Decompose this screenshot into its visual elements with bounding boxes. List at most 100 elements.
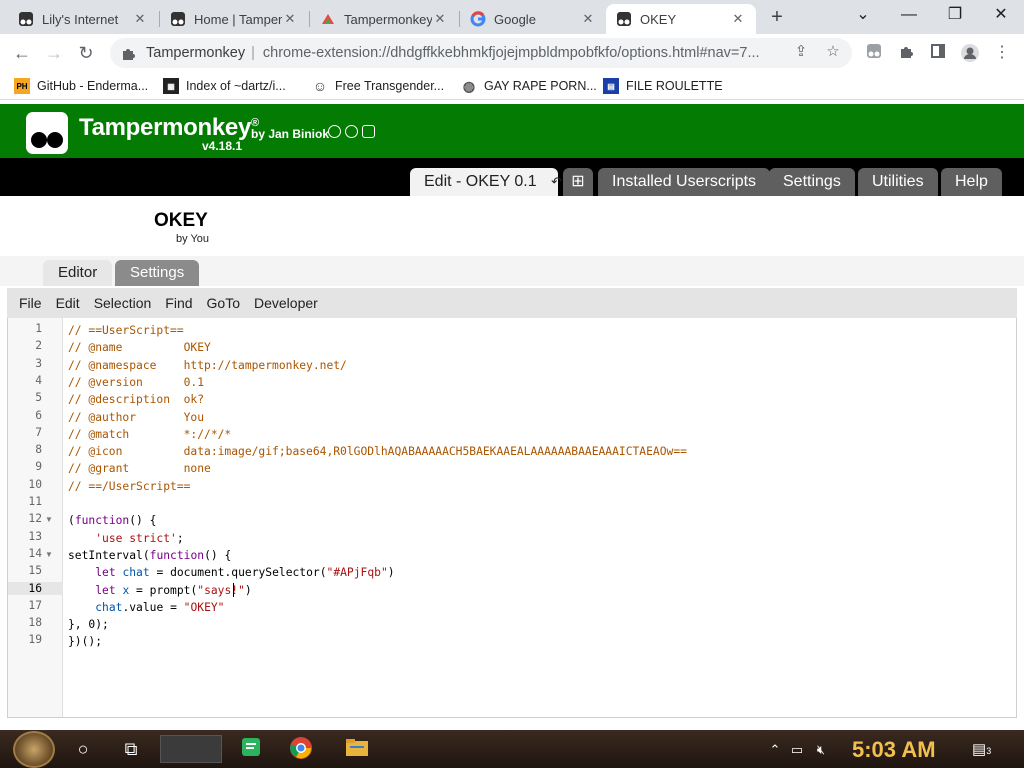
tab-settings[interactable]: Settings <box>769 168 855 196</box>
file-explorer-icon[interactable] <box>344 736 370 762</box>
new-tab-button[interactable]: + <box>766 6 788 28</box>
code-line[interactable]: // ==/UserScript== <box>68 478 190 495</box>
menu-developer[interactable]: Developer <box>252 295 320 311</box>
code-editor[interactable]: 1 2 3 4 5 6 7 8 9 10 11 12 ▼ 13 14 ▼ 15 16 17 18 19 // ==Use… <box>7 318 1017 718</box>
bookmark-item[interactable]: ◍ GAY RAPE PORN... <box>461 77 597 95</box>
code-line[interactable]: // @icon data:image/gif;base64,R0lGODlhA… <box>68 443 687 460</box>
code-line[interactable]: // ==UserScript== <box>68 322 184 339</box>
menu-kebab-icon[interactable]: ⋮ <box>992 43 1012 63</box>
close-icon[interactable]: ✕ <box>282 11 298 27</box>
taskbar-clock[interactable]: 5:03 AM <box>852 737 936 763</box>
code-line[interactable]: })(); <box>68 633 102 650</box>
editor-menu-bar: File Edit Selection Find GoTo Developer <box>7 288 1017 318</box>
code-line[interactable]: setInterval(function() { <box>68 547 231 564</box>
code-line[interactable]: let chat = document.querySelector("#APjF… <box>68 564 394 581</box>
logo-eye <box>31 132 47 148</box>
minimize-icon[interactable]: — <box>886 0 932 30</box>
chrome-icon[interactable] <box>288 736 314 762</box>
browser-tab-active[interactable]: OKEY ✕ <box>606 4 756 34</box>
subtab-settings[interactable]: Settings <box>115 260 200 286</box>
fold-arrow-icon[interactable]: ▼ <box>45 550 53 559</box>
menu-edit[interactable]: Edit <box>54 295 82 311</box>
taskbar-search-box[interactable] <box>160 735 222 763</box>
code-line[interactable]: let x = prompt("says!") <box>68 582 251 599</box>
code-line[interactable]: }, 0); <box>68 616 109 633</box>
tray-chevron-icon[interactable]: ⌃ <box>766 741 784 759</box>
tab-help[interactable]: Help <box>941 168 1002 196</box>
volume-muted-icon[interactable]: 🔇︎ <box>812 741 830 759</box>
line-number: 18 <box>28 616 42 630</box>
line-number: 4 <box>35 373 42 387</box>
browser-tab-strip: Lily's Internet ✕ Home | Tamper ✕ Tamper… <box>0 0 1024 34</box>
code-line[interactable]: // @namespace http://tampermonkey.net/ <box>68 357 347 374</box>
tab-installed-userscripts[interactable]: Installed Userscripts <box>598 168 771 196</box>
restore-icon[interactable]: ❐ <box>932 0 978 30</box>
back-icon[interactable]: ← <box>10 41 34 65</box>
facebook-icon[interactable] <box>345 125 358 138</box>
tab-add-script[interactable]: ⊞ <box>563 168 593 196</box>
line-number: 3 <box>35 356 42 370</box>
code-line[interactable]: // @grant none <box>68 460 211 477</box>
bookmark-item[interactable]: ▦ Index of ~dartz/i... <box>163 77 286 95</box>
cortana-icon[interactable]: ○ <box>70 736 96 762</box>
close-icon[interactable]: ✕ <box>432 11 448 27</box>
notifications-icon[interactable]: ▤3 <box>972 741 991 759</box>
bookmark-label: GAY RAPE PORN... <box>484 79 597 93</box>
menu-goto[interactable]: GoTo <box>205 295 242 311</box>
undo-icon[interactable]: ↶ <box>551 174 562 189</box>
bookmark-star-icon[interactable]: ☆ <box>825 44 841 60</box>
instagram-icon[interactable] <box>362 125 375 138</box>
bookmark-label: Free Transgender... <box>335 79 445 93</box>
browser-tab[interactable]: Google ✕ <box>460 4 606 34</box>
menu-find[interactable]: Find <box>163 295 194 311</box>
extensions-icon[interactable] <box>896 43 916 63</box>
window-close-icon[interactable]: ✕ <box>978 0 1024 30</box>
menu-selection[interactable]: Selection <box>92 295 154 311</box>
line-number: 7 <box>35 425 42 439</box>
tab-utilities[interactable]: Utilities <box>858 168 938 196</box>
bookmark-item[interactable]: ▤ FILE ROULETTE <box>603 77 723 95</box>
browser-tab[interactable]: Lily's Internet ✕ <box>8 4 158 34</box>
code-line[interactable]: // @version 0.1 <box>68 374 204 391</box>
tampermonkey-header: Tampermonkey® by Jan Biniok v4.18.1 <box>0 104 1024 158</box>
close-icon[interactable]: ✕ <box>730 11 746 27</box>
bookmark-item[interactable]: PH GitHub - Enderma... <box>14 77 148 95</box>
reload-icon[interactable]: ↻ <box>74 41 98 65</box>
line-number: 12 <box>28 512 42 526</box>
line-number-gutter: 1 2 3 4 5 6 7 8 9 10 11 12 ▼ 13 14 ▼ 15 16 17 18 19 <box>8 318 63 717</box>
url-text: chrome-extension://dhdgffkkebhmkfjojejmp… <box>262 45 760 61</box>
google-icon <box>470 11 486 27</box>
network-icon[interactable]: ▭ <box>788 741 806 759</box>
side-panel-icon[interactable] <box>928 43 948 63</box>
tampermonkey-nav: Edit - OKEY 0.1 ↶ ⊞ Installed Userscript… <box>0 158 1024 196</box>
code-line[interactable]: (function() { <box>68 512 156 529</box>
close-icon[interactable]: ✕ <box>132 11 148 27</box>
close-icon[interactable]: ✕ <box>580 11 596 27</box>
bookmark-item[interactable]: ☺ Free Transgender... <box>312 77 444 95</box>
code-line[interactable]: // @match *://*/* <box>68 426 231 443</box>
code-line[interactable]: 'use strict'; <box>68 530 183 547</box>
rainbow-icon <box>320 11 336 27</box>
tampermonkey-extension-icon[interactable] <box>864 43 884 63</box>
line-number: 2 <box>35 339 42 353</box>
tab-search-icon[interactable]: ⌄ <box>840 0 886 30</box>
github-icon[interactable] <box>328 125 341 138</box>
code-line[interactable]: // @description ok? <box>68 391 204 408</box>
menu-file[interactable]: File <box>17 295 44 311</box>
code-line[interactable]: // @author You <box>68 409 204 426</box>
share-icon[interactable]: ⇪ <box>793 44 809 60</box>
address-bar[interactable]: Tampermonkey | chrome-extension://dhdgff… <box>110 38 852 68</box>
browser-tab[interactable]: Home | Tamper ✕ <box>160 4 308 34</box>
browser-tab[interactable]: Tampermonkey ✕ <box>310 4 458 34</box>
start-button-icon[interactable] <box>13 731 55 768</box>
forward-icon[interactable]: → <box>42 41 66 65</box>
fold-arrow-icon[interactable]: ▼ <box>45 515 53 524</box>
notes-app-icon[interactable] <box>238 736 264 762</box>
subtab-editor[interactable]: Editor <box>43 260 113 286</box>
code-line[interactable]: // @name OKEY <box>68 339 211 356</box>
profile-avatar-icon[interactable] <box>960 43 980 63</box>
tab-edit-script[interactable]: Edit - OKEY 0.1 ↶ <box>410 168 562 196</box>
task-view-icon[interactable]: ⧉ <box>118 736 144 762</box>
code-line[interactable]: chat.value = "OKEY" <box>68 599 224 616</box>
line-number: 19 <box>28 633 42 647</box>
